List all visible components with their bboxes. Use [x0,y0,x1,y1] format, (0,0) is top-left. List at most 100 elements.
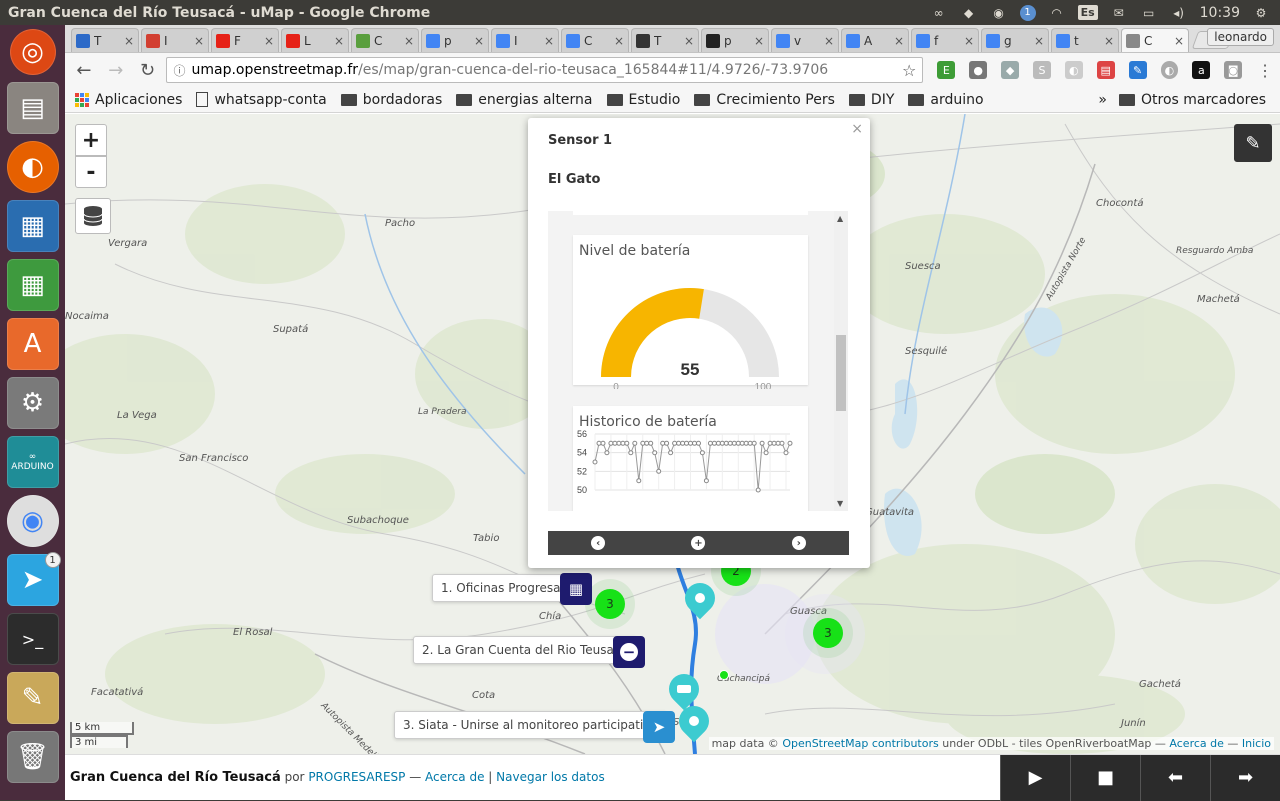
marker-label-gran-cuenca[interactable]: 2. La Gran Cuenta del Rio Teusaca [413,636,637,664]
zoom-to-feature-button[interactable]: + [691,536,706,550]
system-settings-icon[interactable]: ⚙ [6,377,59,429]
tab-close-icon[interactable]: × [334,34,344,48]
mail-icon[interactable]: ✉ [1110,4,1128,22]
tab-close-icon[interactable]: × [544,34,554,48]
author-link[interactable]: PROGRESARESP [308,770,405,784]
tab-close-icon[interactable]: × [1174,34,1184,48]
marker-cluster[interactable]: 3 [813,618,843,648]
attribution-about-link[interactable]: Acerca de [1169,737,1223,750]
marker-label-oficinas[interactable]: 1. Oficinas Progresar [432,574,575,602]
browser-tab[interactable]: v × [771,28,839,52]
tab-close-icon[interactable]: × [1034,34,1044,48]
widget-scrollbar[interactable]: ▲ ▼ [834,211,848,511]
browser-tab[interactable]: T × [71,28,139,52]
evernote-extension-icon[interactable]: E [937,61,956,79]
profile-button[interactable]: leonardo [1207,28,1274,46]
attribution-home-link[interactable]: Inicio [1242,737,1271,750]
osm-contributors-link[interactable]: OpenStreetMap contributors [782,737,938,750]
marker-label-siata[interactable]: 3. Siata - Unirse al monitoreo participa… [394,711,667,739]
browser-tab[interactable]: F × [211,28,279,52]
browser-tab[interactable]: t × [1051,28,1119,52]
browser-tab[interactable]: C × [351,28,419,52]
dropbox-tray-icon[interactable]: ◆ [960,4,978,22]
bookmark-folder-estudio[interactable]: Estudio [606,92,680,108]
previous-arrow-icon[interactable]: ⬅ [1140,754,1210,801]
browser-tab[interactable]: A × [841,28,909,52]
zoom-out-button[interactable]: - [75,156,107,188]
files-icon[interactable]: ▤ [6,82,59,134]
popup-close-button[interactable]: × [851,121,863,137]
browser-tab[interactable]: L × [281,28,349,52]
battery-icon[interactable]: ▭ [1140,4,1158,22]
tab-close-icon[interactable]: × [1104,34,1114,48]
clock[interactable]: 10:39 [1200,5,1240,21]
feather-extension-icon[interactable]: ✎ [1128,61,1147,79]
grey-extension-icon[interactable]: ◐ [1064,61,1083,79]
bookmark-folder-bordadoras[interactable]: bordadoras [340,92,442,108]
bookmark-apps[interactable]: Aplicaciones [75,92,182,108]
browser-tab[interactable]: I × [491,28,559,52]
tab-close-icon[interactable]: × [894,34,904,48]
telegram-marker-icon[interactable]: ➤ [643,711,675,743]
menu-icon[interactable]: ⋮ [1256,61,1274,80]
previous-feature-button[interactable]: ‹ [591,536,606,550]
browser-tab[interactable]: p × [421,28,489,52]
s-plus-extension-icon[interactable]: S [1033,61,1051,79]
bookmark-folder-crecimiento[interactable]: Crecimiento Pers [694,92,835,108]
power-gear-icon[interactable]: ⚙ [1252,4,1270,22]
forward-button[interactable]: → [103,57,129,83]
bookmark-whatsapp[interactable]: whatsapp-conta [196,92,327,108]
writer-icon[interactable]: ▦ [6,200,59,252]
map-canvas[interactable]: + - ✎ Vergara Pacho Nocaima Supatá La Ve… [65,114,1280,754]
browser-tab[interactable]: C × [561,28,629,52]
small-marker-dot[interactable] [719,670,729,680]
amazon-extension-icon[interactable]: a [1192,61,1211,79]
scrollbar-thumb[interactable] [836,335,846,411]
bookmarks-overflow-button[interactable]: » [1098,92,1107,108]
back-button[interactable]: ← [71,57,97,83]
browser-tab[interactable]: g × [981,28,1049,52]
edit-pencil-icon[interactable]: ✎ [1234,124,1272,162]
browser-tab[interactable]: T × [631,28,699,52]
bookmark-folder-energias[interactable]: energias alterna [456,92,593,108]
terminal-icon[interactable]: >_ [6,613,59,665]
next-feature-button[interactable]: › [791,536,806,550]
bookmark-folder-other[interactable]: Otros marcadores [1118,92,1266,108]
tab-close-icon[interactable]: × [404,34,414,48]
browser-tab[interactable]: f × [911,28,979,52]
tab-close-icon[interactable]: × [124,34,134,48]
stop-icon[interactable]: ■ [1070,754,1140,801]
zoom-in-button[interactable]: + [75,124,107,156]
reload-button[interactable]: ↻ [135,57,161,83]
tab-close-icon[interactable]: × [194,34,204,48]
software-center-icon[interactable]: A [6,318,59,370]
pdf-extension-icon[interactable]: ▤ [1096,61,1115,79]
ubuntu-dash-icon[interactable]: ◎ [9,29,56,75]
tab-close-icon[interactable]: × [964,34,974,48]
browser-tab[interactable]: C × [1121,28,1189,52]
tab-close-icon[interactable]: × [684,34,694,48]
tab-close-icon[interactable]: × [474,34,484,48]
browse-data-link[interactable]: Navegar los datos [496,770,605,784]
firefox-icon[interactable]: ◐ [6,141,59,193]
chrome-tray-icon[interactable]: ◉ [990,4,1008,22]
tab-close-icon[interactable]: × [614,34,624,48]
browser-tab[interactable]: p × [701,28,769,52]
marker-cluster[interactable]: 3 [595,589,625,619]
gray-circle-extension-icon[interactable]: ◐ [1160,61,1179,79]
building-marker-icon[interactable]: ▦ [560,573,592,605]
calc-icon[interactable]: ▦ [6,259,59,311]
info-icon[interactable]: ⓘ [173,62,185,79]
next-arrow-icon[interactable]: ➡ [1210,754,1280,801]
wifi-icon[interactable]: ◠ [1048,4,1066,22]
play-icon[interactable]: ▶ [1000,754,1070,801]
chrome-icon[interactable]: ◉ [6,495,59,547]
trash-icon[interactable]: 🗑 [6,731,59,783]
tab-close-icon[interactable]: × [754,34,764,48]
no-entry-marker-icon[interactable]: − [613,636,645,668]
bookmark-folder-arduino[interactable]: arduino [908,92,984,108]
camera-extension-icon[interactable]: ◙ [1224,61,1243,79]
tab-close-icon[interactable]: × [264,34,274,48]
address-bar[interactable]: ⓘ umap.openstreetmap.fr/es/map/gran-cuen… [166,57,924,83]
tab-close-icon[interactable]: × [824,34,834,48]
